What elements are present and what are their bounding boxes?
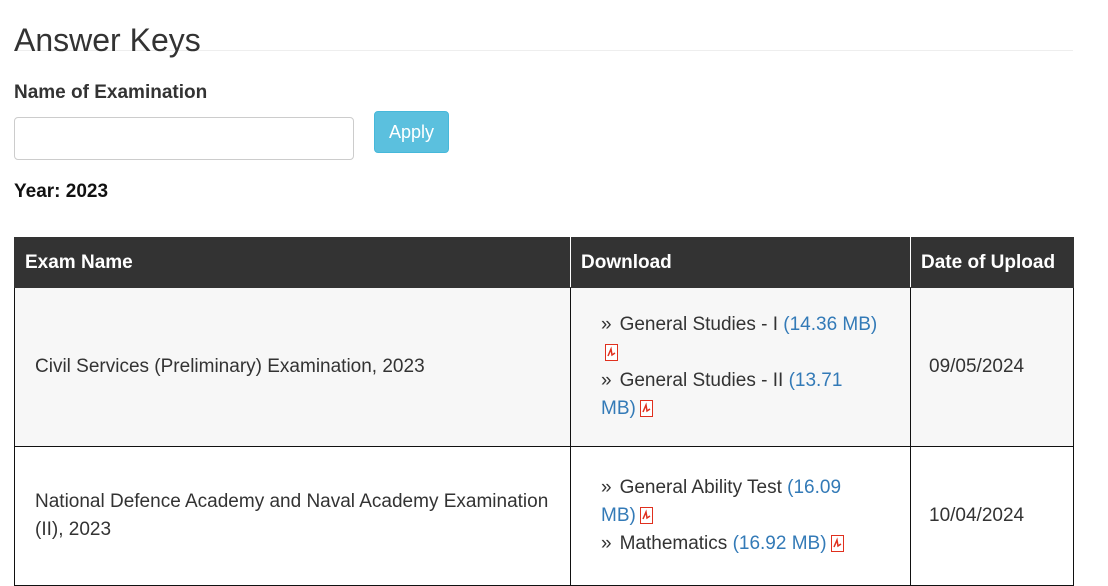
bullet: » <box>601 314 612 335</box>
table-row: Civil Services (Preliminary) Examination… <box>14 287 1074 447</box>
download-link[interactable]: » General Studies - I (14.36 MB) <box>601 311 880 367</box>
pdf-icon[interactable] <box>639 505 653 524</box>
column-header-download: Download <box>570 237 911 288</box>
exam-name-cell: National Defence Academy and Naval Acade… <box>14 446 571 586</box>
download-name: General Studies - II <box>619 370 784 391</box>
download-name: General Ability Test <box>619 477 782 498</box>
exam-name-cell: Civil Services (Preliminary) Examination… <box>14 287 571 447</box>
pdf-icon[interactable] <box>605 342 618 361</box>
file-size: (14.36 MB) <box>783 314 878 335</box>
bullet: » <box>601 370 612 391</box>
upload-date-cell: 10/04/2024 <box>910 446 1074 586</box>
apply-button[interactable]: Apply <box>374 111 449 153</box>
answer-keys-table: Exam Name Download Date of Upload Civil … <box>14 237 1074 586</box>
year-heading: Year: 2023 <box>14 181 109 202</box>
filter-label: Name of Examination <box>14 82 208 103</box>
table-header-row: Exam Name Download Date of Upload <box>14 237 1074 288</box>
column-header-date-of-upload: Date of Upload <box>910 237 1074 288</box>
download-cell: » General Ability Test (16.09 MB) » Mathem… <box>570 446 911 586</box>
filter-row: Apply <box>14 104 1073 164</box>
bullet: » <box>601 477 612 498</box>
table-row: National Defence Academy and Naval Acade… <box>14 446 1074 586</box>
exam-name-input[interactable] <box>14 117 354 160</box>
answer-keys-page: Answer Keys Name of Examination Apply Ye… <box>14 0 1074 586</box>
page-title: Answer Keys <box>14 22 201 58</box>
bullet: » <box>601 533 612 554</box>
download-cell: » General Studies - I (14.36 MB) » General… <box>570 287 911 447</box>
file-size: (16.92 MB) <box>732 533 827 554</box>
download-name: Mathematics <box>619 533 728 554</box>
pdf-icon[interactable] <box>830 533 844 552</box>
column-header-exam-name: Exam Name <box>14 237 571 288</box>
pdf-icon[interactable] <box>639 398 653 417</box>
upload-date-cell: 09/05/2024 <box>910 287 1074 447</box>
download-link[interactable]: » Mathematics (16.92 MB) <box>601 530 880 558</box>
download-name: General Studies - I <box>619 314 778 335</box>
download-link[interactable]: » General Ability Test (16.09 MB) <box>601 474 880 530</box>
download-link[interactable]: » General Studies - II (13.71 MB) <box>601 367 880 423</box>
